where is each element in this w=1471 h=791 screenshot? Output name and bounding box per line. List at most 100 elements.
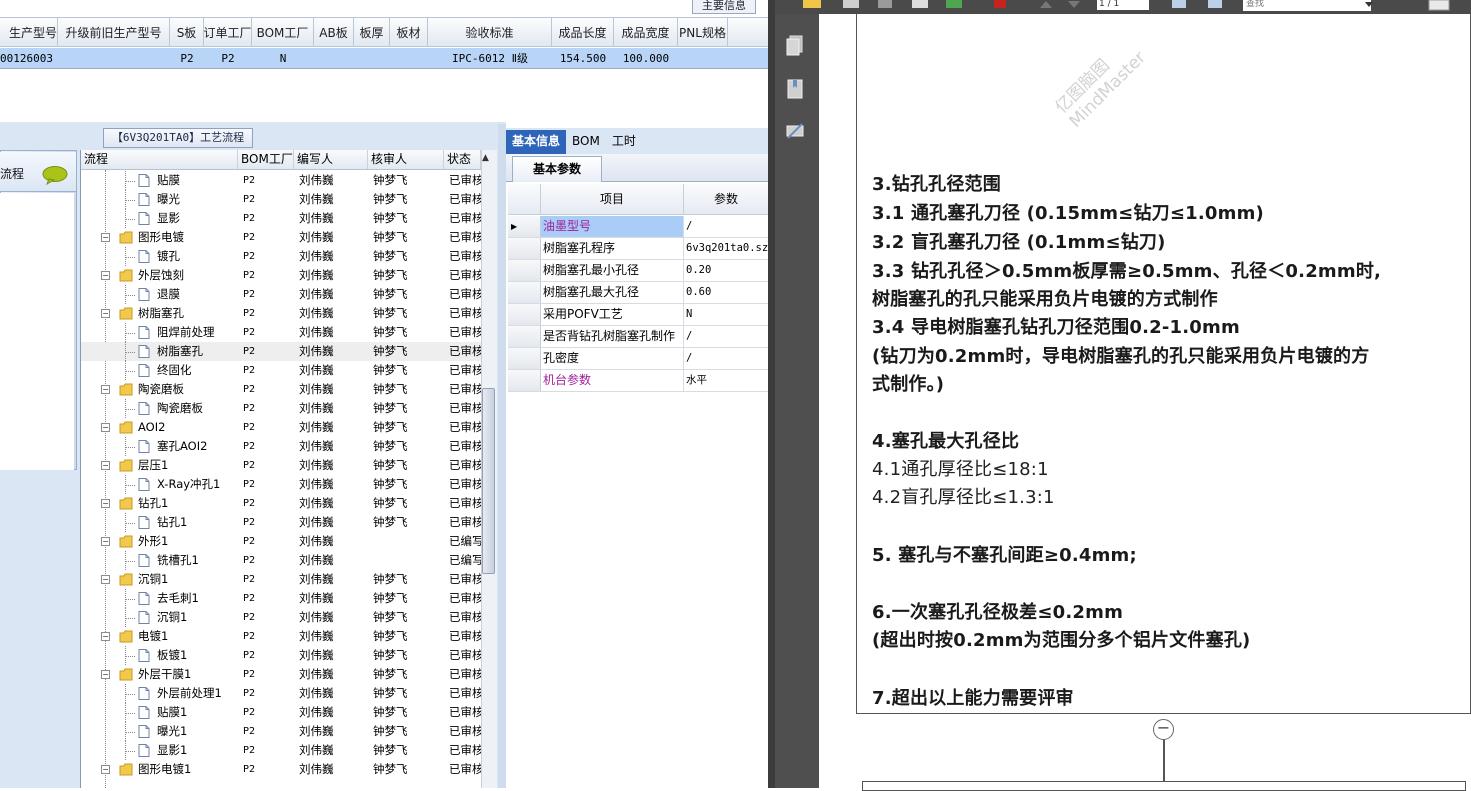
tree-node[interactable]: 去毛刺1 (81, 589, 238, 608)
panel-splitter[interactable] (498, 124, 506, 788)
tree-node[interactable]: 镀孔 (81, 247, 238, 266)
flow-nav-label[interactable]: 流程 (0, 165, 24, 182)
column-header[interactable]: 订单工厂 (204, 18, 252, 46)
tree-node[interactable]: − 陶瓷磨板 (81, 380, 238, 399)
tab-work-hours[interactable]: 工时 (606, 130, 642, 154)
save-icon[interactable] (875, 0, 895, 10)
collapse-toggle-icon[interactable]: − (101, 423, 110, 432)
row-indicator[interactable] (508, 304, 541, 325)
tab-basic-info[interactable]: 基本信息 (506, 130, 567, 154)
tree-node[interactable]: 贴膜1 (81, 703, 238, 722)
next-page-icon[interactable] (1065, 0, 1083, 10)
row-indicator[interactable] (508, 348, 541, 369)
tree-column-header[interactable]: 流程 (81, 150, 238, 169)
tree-row[interactable]: − 图形电镀 P2 刘伟巍 钟梦飞 已审核 (81, 228, 481, 247)
column-header[interactable]: AB板 (314, 18, 354, 46)
tree-node[interactable]: X-Ray冲孔1 (81, 475, 238, 494)
signatures-icon[interactable] (785, 120, 805, 142)
column-header-value[interactable]: 参数 (684, 184, 768, 214)
search-dropdown-icon[interactable] (1363, 0, 1375, 10)
tree-node[interactable]: − 钻孔1 (81, 494, 238, 513)
param-value[interactable]: / (684, 216, 768, 237)
tree-row[interactable]: X-Ray冲孔1 P2 刘伟巍 钟梦飞 已审核 (81, 475, 481, 494)
tree-row[interactable]: 退膜 P2 刘伟巍 钟梦飞 已审核 (81, 285, 481, 304)
tree-row[interactable]: − 电镀1 P2 刘伟巍 钟梦飞 已审核 (81, 627, 481, 646)
tree-row[interactable]: 塞孔AOI2 P2 刘伟巍 钟梦飞 已审核 (81, 437, 481, 456)
tree-row[interactable]: 钻孔1 P2 刘伟巍 钟梦飞 已审核 (81, 513, 481, 532)
collapse-toggle-icon[interactable]: − (101, 385, 110, 394)
tree-node[interactable]: − 图形电镀 (81, 228, 238, 247)
tree-row[interactable]: 树脂塞孔 P2 刘伟巍 钟梦飞 已审核 (81, 342, 481, 361)
main-info-tab[interactable]: 主要信息 (692, 0, 756, 14)
tree-node[interactable]: 陶瓷磨板 (81, 399, 238, 418)
tree-row[interactable]: − 树脂塞孔 P2 刘伟巍 钟梦飞 已审核 (81, 304, 481, 323)
tree-node[interactable]: 沉铜1 (81, 608, 238, 627)
param-row[interactable]: 采用POFV工艺 N (508, 304, 768, 326)
tab-basic-params[interactable]: 基本参数 (512, 156, 602, 182)
tree-row[interactable]: − 沉铜1 P2 刘伟巍 钟梦飞 已审核 (81, 570, 481, 589)
select-tool-icon[interactable] (1427, 0, 1451, 12)
tree-node[interactable]: − 电镀1 (81, 627, 238, 646)
column-header[interactable]: S板 (170, 18, 204, 46)
tree-row[interactable]: − 图形电镀1 P2 刘伟巍 钟梦飞 已审核 (81, 760, 481, 779)
row-indicator[interactable]: ▶ (508, 216, 541, 237)
tree-row[interactable]: 曝光1 P2 刘伟巍 钟梦飞 已审核 (81, 722, 481, 741)
column-header-item[interactable]: 项目 (541, 184, 684, 214)
tree-node[interactable]: − 外层干膜1 (81, 665, 238, 684)
tree-node[interactable]: 铣槽孔1 (81, 551, 238, 570)
param-value[interactable]: 6v3q201ta0.szd (684, 238, 768, 259)
collapse-toggle-icon[interactable]: − (101, 670, 110, 679)
tree-node[interactable]: 钻孔1 (81, 513, 238, 532)
tree-row[interactable]: − 外层干膜1 P2 刘伟巍 钟梦飞 已审核 (81, 665, 481, 684)
param-value[interactable]: 水平 (684, 370, 768, 391)
column-header[interactable]: 板材 (390, 18, 428, 46)
tree-node[interactable]: 终固化 (81, 361, 238, 380)
param-value[interactable]: N (684, 304, 768, 325)
tree-row[interactable]: − 外形1 P2 刘伟巍 已编写 (81, 532, 481, 551)
param-row[interactable]: 机台参数 水平 (508, 370, 768, 392)
tree-row[interactable]: 显影1 P2 刘伟巍 钟梦飞 已审核 (81, 741, 481, 760)
tree-column-header[interactable]: 状态 (444, 150, 481, 169)
tree-row[interactable]: − 外层蚀刻 P2 刘伟巍 钟梦飞 已审核 (81, 266, 481, 285)
collapse-toggle-icon[interactable]: − (101, 632, 110, 641)
prev-page-icon[interactable] (1037, 0, 1055, 10)
tree-node[interactable]: 塞孔AOI2 (81, 437, 238, 456)
tree-node[interactable]: 外层前处理1 (81, 684, 238, 703)
row-indicator[interactable] (508, 238, 541, 259)
row-indicator[interactable] (508, 370, 541, 391)
process-flow-tree[interactable]: 流程 BOM工厂 编写人 核审人 状态 贴膜 P2 刘伟巍 钟梦飞 已审核 曝光 P2 刘伟巍 钟梦飞已… (80, 150, 497, 788)
param-value[interactable]: / (684, 326, 768, 347)
param-row[interactable]: ▶ 油墨型号 / (508, 216, 768, 238)
column-header[interactable]: 验收标准 (428, 18, 552, 46)
table-row[interactable]: 00126003 P2 P2 N IPC-6012 Ⅱ级 154.500 100.000 (0, 48, 768, 69)
param-row[interactable]: 是否背钻孔树脂塞孔制作 / (508, 326, 768, 348)
tree-row[interactable]: 贴膜1 P2 刘伟巍 钟梦飞 已审核 (81, 703, 481, 722)
param-row[interactable]: 树脂塞孔程序 6v3q201ta0.szd (508, 238, 768, 260)
tree-row[interactable]: 贴膜 P2 刘伟巍 钟梦飞 已审核 (81, 171, 481, 190)
collapse-toggle-icon[interactable]: − (101, 499, 110, 508)
tree-node[interactable]: − 树脂塞孔 (81, 304, 238, 323)
tree-row[interactable]: 显影 P2 刘伟巍 钟梦飞 已审核 (81, 209, 481, 228)
column-header[interactable]: BOM工厂 (252, 18, 314, 46)
scroll-up-arrow-icon[interactable]: ▲ (482, 153, 489, 163)
tree-row[interactable]: − 陶瓷磨板 P2 刘伟巍 钟梦飞 已审核 (81, 380, 481, 399)
collapse-toggle-icon[interactable]: − (101, 309, 110, 318)
tree-node[interactable]: 阻焊前处理 (81, 323, 238, 342)
fit-page-icon[interactable] (1205, 0, 1225, 10)
row-indicator[interactable] (508, 326, 541, 347)
properties-icon[interactable] (909, 0, 931, 10)
column-header[interactable]: 成品宽度 (614, 18, 678, 46)
tree-row[interactable]: 沉铜1 P2 刘伟巍 钟梦飞 已审核 (81, 608, 481, 627)
tree-node[interactable]: − AOI2 (81, 418, 238, 437)
chat-bubble-icon[interactable] (42, 166, 68, 185)
tree-scroll-thumb[interactable] (482, 388, 495, 574)
tree-row[interactable]: − 钻孔1 P2 刘伟巍 钟梦飞 已审核 (81, 494, 481, 513)
tab-bom[interactable]: BOM (566, 130, 606, 154)
row-indicator[interactable] (508, 282, 541, 303)
tree-column-header[interactable]: 编写人 (294, 150, 368, 169)
pages-panel-icon[interactable] (785, 34, 805, 56)
tree-node[interactable]: 退膜 (81, 285, 238, 304)
collapse-toggle-icon[interactable]: − (101, 537, 110, 546)
column-header[interactable]: 板厚 (354, 18, 390, 46)
collapse-toggle-icon[interactable]: − (101, 233, 110, 242)
